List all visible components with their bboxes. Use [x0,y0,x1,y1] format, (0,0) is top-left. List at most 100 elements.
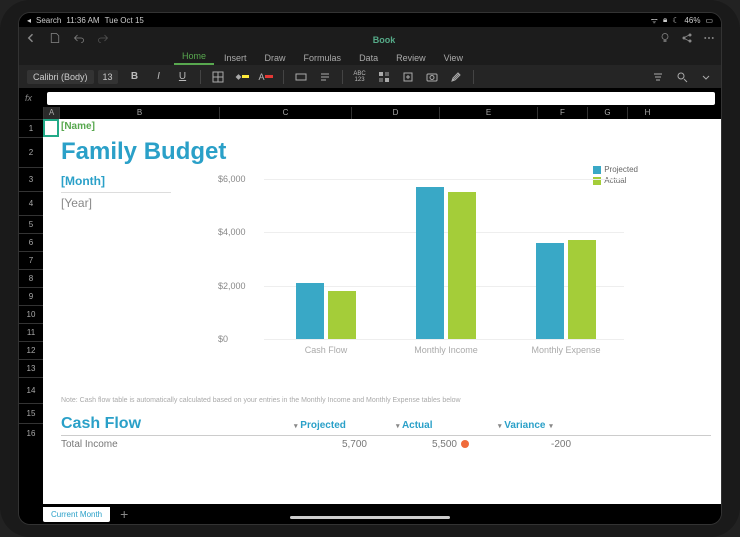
dropdown-icon[interactable]: ▾ [396,423,400,430]
underline-button[interactable]: U [176,70,190,84]
row-header[interactable]: 5 [19,215,43,233]
row-header[interactable]: 10 [19,305,43,323]
page-title[interactable]: Family Budget [61,138,721,166]
budget-chart[interactable]: ProjectedActual $0$2,000$4,000$6,000 Cas… [218,165,648,375]
back-chevron-icon[interactable]: ◂ [27,16,31,25]
bar-projected[interactable] [416,187,444,339]
borders-icon[interactable] [211,70,225,84]
add-sheet-button[interactable]: + [120,506,128,522]
lightbulb-icon[interactable] [659,31,671,43]
chart-plot [266,179,626,339]
collapse-ribbon-icon[interactable] [699,70,713,84]
sort-filter-icon[interactable] [651,70,665,84]
col-header[interactable]: B [59,107,219,119]
dropdown-icon[interactable]: ▾ [294,423,298,430]
insert-icon[interactable] [401,70,415,84]
camera-icon[interactable] [425,70,439,84]
col-header[interactable]: A [43,107,59,119]
column-headers[interactable]: A B C D E F G H [19,107,721,119]
cash-flow-table[interactable]: Cash Flow ▾ Projected ▾ Actual ▾ Varianc… [61,415,711,450]
sheet-tab[interactable]: Current Month [43,507,110,522]
active-cell[interactable] [43,119,59,137]
font-size-select[interactable]: 13 [98,70,118,84]
x-tick-label: Cash Flow [281,345,371,355]
cells-canvas[interactable]: [Name] Family Budget [Month] [Year] Proj… [43,119,721,504]
row-header[interactable]: 11 [19,323,43,341]
ribbon-tab-insert[interactable]: Insert [216,51,255,65]
merge-icon[interactable] [294,70,308,84]
lock-icon: 🔒︎ [663,15,667,25]
formula-input[interactable] [47,92,715,105]
col-header[interactable]: E [439,107,537,119]
row-header[interactable]: 6 [19,233,43,251]
bar-projected[interactable] [296,283,324,339]
bold-button[interactable]: B [128,70,142,84]
bar-actual[interactable] [568,240,596,339]
footnote: Note: Cash flow table is automatically c… [61,397,461,404]
clear-icon[interactable] [449,70,463,84]
ios-back-label[interactable]: Search [36,16,61,25]
row-header[interactable]: 16 [19,423,43,443]
undo-icon[interactable] [73,31,85,43]
row-headers[interactable]: 12345678910111213141516 [19,119,43,504]
col-header[interactable]: G [587,107,627,119]
bar-projected[interactable] [536,243,564,339]
tablet-frame: ◂ Search 11:36 AM Tue Oct 15 ᯤ 🔒︎ ☾ 46% … [0,0,740,537]
document-title[interactable]: Book [121,35,647,45]
col-header[interactable]: H [627,107,667,119]
col-header[interactable]: D [351,107,439,119]
row-header[interactable]: 9 [19,287,43,305]
variance-value: -200 [497,439,599,450]
dropdown-icon[interactable]: ▾ [549,423,553,430]
table-row[interactable]: Total Income 5,700 5,500 -200 [61,436,711,450]
row-header[interactable]: 2 [19,137,43,167]
row-header[interactable]: 15 [19,403,43,423]
moon-icon: ☾ [672,16,679,25]
ribbon-tab-draw[interactable]: Draw [257,51,294,65]
find-icon[interactable] [675,70,689,84]
row-header[interactable]: 1 [19,119,43,137]
align-icon[interactable] [318,70,332,84]
row-header[interactable]: 13 [19,359,43,377]
battery-icon: ▭ [705,16,713,25]
ribbon-tab-view[interactable]: View [436,51,471,65]
ribbon-tab-data[interactable]: Data [351,51,386,65]
col-header[interactable]: F [537,107,587,119]
ribbon-tabs: HomeInsertDrawFormulasDataReviewView [19,47,721,65]
home-indicator[interactable] [290,516,450,519]
more-icon[interactable] [703,31,715,43]
dropdown-icon[interactable]: ▾ [498,423,502,430]
row-header[interactable]: 12 [19,341,43,359]
bar-actual[interactable] [328,291,356,339]
redo-icon[interactable] [97,31,109,43]
font-name-select[interactable]: Calibri (Body) [27,70,94,84]
screen: ◂ Search 11:36 AM Tue Oct 15 ᯤ 🔒︎ ☾ 46% … [18,12,722,525]
row-header[interactable]: 3 [19,167,43,191]
row-header[interactable]: 8 [19,269,43,287]
sheet-area[interactable]: 12345678910111213141516 [Name] Family Bu… [19,119,721,504]
number-format-icon[interactable]: ABC 123 [353,70,367,84]
fill-color-icon[interactable] [235,70,249,84]
share-icon[interactable] [681,31,693,43]
cell-styles-icon[interactable] [377,70,391,84]
col-header[interactable]: C [219,107,351,119]
file-actions-icon[interactable] [49,31,61,43]
y-tick-label: $4,000 [218,227,246,237]
year-placeholder[interactable]: [Year] [61,192,171,210]
back-arrow-icon[interactable] [25,31,37,43]
ios-status-bar: ◂ Search 11:36 AM Tue Oct 15 ᯤ 🔒︎ ☾ 46% … [19,13,721,27]
ribbon-tab-home[interactable]: Home [174,49,214,65]
x-tick-label: Monthly Income [401,345,491,355]
ribbon-tab-formulas[interactable]: Formulas [296,51,350,65]
select-all-corner[interactable] [19,107,43,119]
fx-label[interactable]: fx [25,93,43,103]
row-header[interactable]: 4 [19,191,43,215]
y-tick-label: $2,000 [218,281,246,291]
bar-actual[interactable] [448,192,476,339]
font-color-icon[interactable]: A [259,70,273,84]
name-placeholder[interactable]: [Name] [61,121,721,132]
ribbon-tab-review[interactable]: Review [388,51,434,65]
row-header[interactable]: 14 [19,377,43,403]
row-header[interactable]: 7 [19,251,43,269]
italic-button[interactable]: I [152,70,166,84]
